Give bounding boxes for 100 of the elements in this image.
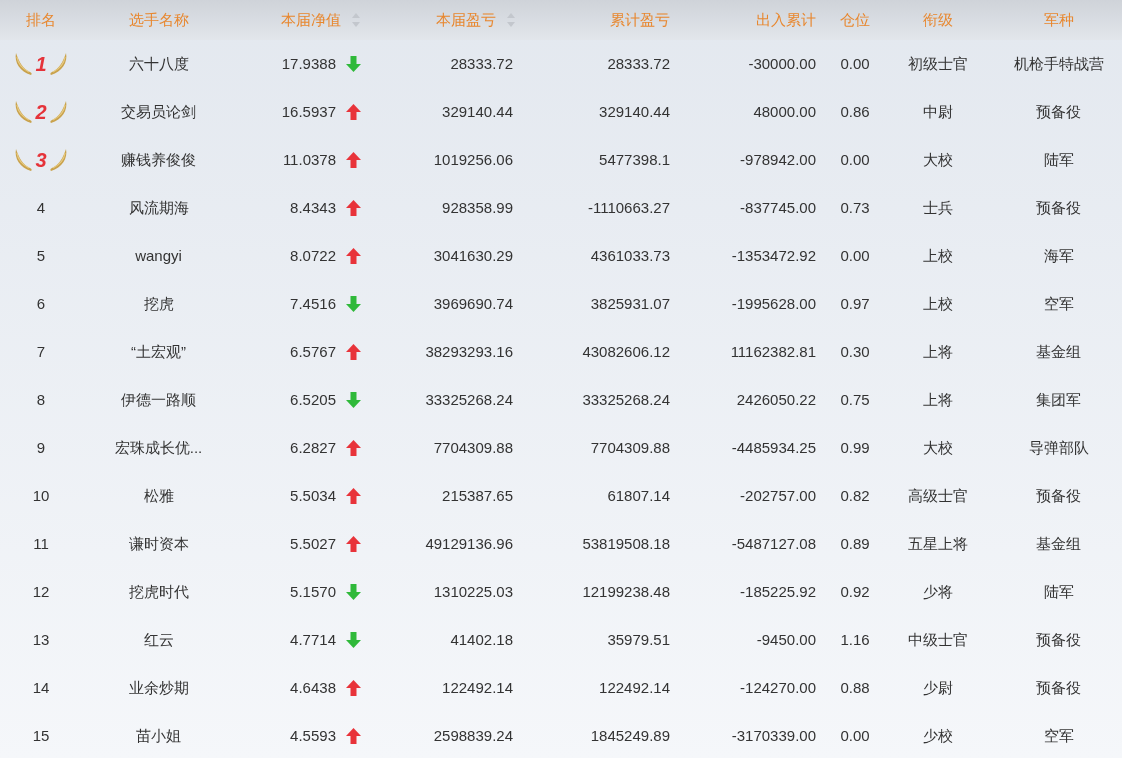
column-header: 出入累计 — [756, 9, 816, 30]
table-cell-text: 导弹部队 — [1028, 437, 1089, 458]
table-cell-text: 基金组 — [1036, 533, 1081, 554]
table-cell-text: 中尉 — [922, 101, 953, 122]
rank-number: 3 — [34, 150, 48, 170]
rank-number: 8 — [36, 389, 46, 410]
table-cell-text: 预备役 — [1036, 101, 1081, 122]
table-cell-text: 3969690.74 — [433, 293, 513, 314]
table-cell-text: 7704309.88 — [433, 437, 513, 458]
rank-number: 12 — [32, 581, 50, 602]
laurel-wing-icon — [14, 148, 35, 172]
table-cell-text: 上校 — [922, 293, 953, 314]
table-cell-text: 基金组 — [1036, 341, 1081, 362]
table-cell-text: 4.6438 — [290, 677, 336, 698]
table-cell-text: 0.92 — [840, 581, 870, 602]
table-cell-text: 122492.14 — [442, 677, 513, 698]
table-cell-text: 高级士官 — [907, 485, 968, 506]
table-cell-text: 预备役 — [1036, 677, 1081, 698]
table-cell-text: 预备役 — [1036, 197, 1081, 218]
table-cell-text: 329140.44 — [442, 101, 513, 122]
rank-number: 6 — [36, 293, 46, 314]
table-cell-text: 5.5027 — [290, 533, 336, 554]
table-cell-text: 大校 — [922, 149, 953, 170]
player-name: 赚钱养俊俊 — [121, 149, 196, 170]
rank-number: 15 — [32, 725, 50, 746]
table-cell-text: 3825931.07 — [590, 293, 670, 314]
player-name: 业余炒期 — [128, 677, 189, 698]
table-cell-text: 5477398.1 — [599, 149, 670, 170]
table-cell-text: 53819508.18 — [582, 533, 670, 554]
column-header: 排名 — [26, 9, 56, 30]
table-cell-text: 35979.51 — [607, 629, 670, 650]
player-name: 红云 — [143, 629, 174, 650]
table-cell-text: 33325268.24 — [425, 389, 513, 410]
table-cell-text: 3041630.29 — [433, 245, 513, 266]
player-name: 风流期海 — [128, 197, 189, 218]
table-cell-text: -4485934.25 — [731, 437, 816, 458]
table-cell-text: 士兵 — [922, 197, 953, 218]
player-name: 六十八度 — [128, 53, 189, 74]
table-cell-text: 预备役 — [1036, 629, 1081, 650]
column-header[interactable]: 本届盈亏 — [436, 8, 496, 32]
table-cell-text: 43082606.12 — [582, 341, 670, 362]
table-cell-text: 12199238.48 — [582, 581, 670, 602]
table-cell-text: 8.4343 — [290, 197, 336, 218]
table-cell-text: 48000.00 — [753, 101, 816, 122]
table-cell-text: -837745.00 — [740, 197, 816, 218]
table-cell-text: -1353472.92 — [731, 245, 816, 266]
table-cell-text: 0.00 — [840, 245, 870, 266]
table-cell-text: 6.2827 — [290, 437, 336, 458]
table-cell-text: 1845249.89 — [590, 725, 670, 746]
table-cell-text: 中级士官 — [907, 629, 968, 650]
table-cell-text: 28333.72 — [607, 53, 670, 74]
sort-icon[interactable] — [506, 12, 516, 28]
column-header: 衔级 — [922, 9, 953, 30]
table-cell-text: 329140.44 — [599, 101, 670, 122]
table-cell-text: 0.00 — [840, 725, 870, 746]
table-cell-text: -1995628.00 — [731, 293, 816, 314]
table-cell-text: 海军 — [1043, 245, 1074, 266]
rank-number: 5 — [36, 245, 46, 266]
table-cell-text: 0.99 — [840, 437, 870, 458]
table-cell-text: -9450.00 — [756, 629, 816, 650]
table-cell-text: 少尉 — [922, 677, 953, 698]
table-cell-text: -185225.92 — [740, 581, 816, 602]
table-cell-text: 6.5767 — [290, 341, 336, 362]
table-cell-text: 1310225.03 — [433, 581, 513, 602]
player-name: wangyi — [135, 245, 182, 266]
sort-icon[interactable] — [351, 12, 361, 28]
table-cell-text: 61807.14 — [607, 485, 670, 506]
table-cell-text: 0.00 — [840, 53, 870, 74]
table-cell-text: 1.16 — [840, 629, 870, 650]
table-cell-text: 4361033.73 — [590, 245, 670, 266]
table-cell-text: 17.9388 — [281, 53, 336, 74]
table-cell-text: 机枪手特战营 — [1013, 53, 1104, 74]
table-cell-text: 上校 — [922, 245, 953, 266]
laurel-wing-icon — [47, 100, 68, 124]
table-cell-text: 大校 — [922, 437, 953, 458]
table-cell-text: 928358.99 — [442, 197, 513, 218]
player-name: 交易员论剑 — [121, 101, 196, 122]
table-cell-text: -5487127.08 — [731, 533, 816, 554]
rank-number: 9 — [36, 437, 46, 458]
table-cell-text: 初级士官 — [907, 53, 968, 74]
rank-number: 13 — [32, 629, 50, 650]
table-cell-text: 空军 — [1043, 725, 1074, 746]
table-cell-text: 41402.18 — [450, 629, 513, 650]
player-name: 挖虎时代 — [128, 581, 189, 602]
column-header[interactable]: 本届净值 — [281, 8, 341, 32]
column-header: 累计盈亏 — [610, 9, 670, 30]
table-cell-text: 上将 — [922, 341, 953, 362]
table-cell-text: 0.75 — [840, 389, 870, 410]
table-cell-text: 6.5205 — [290, 389, 336, 410]
table-cell-text: 4.5593 — [290, 725, 336, 746]
rank-number: 11 — [33, 533, 49, 554]
table-cell-text: 215387.65 — [442, 485, 513, 506]
table-cell-text: 预备役 — [1036, 485, 1081, 506]
table-cell-text: 陆军 — [1043, 581, 1074, 602]
rank-number: 1 — [34, 54, 48, 74]
table-cell-text: 2598839.24 — [433, 725, 513, 746]
player-name: 挖虎 — [143, 293, 174, 314]
player-name: 伊德一路顺 — [121, 389, 196, 410]
player-name: 松雅 — [143, 485, 174, 506]
table-cell-text: 7704309.88 — [590, 437, 670, 458]
